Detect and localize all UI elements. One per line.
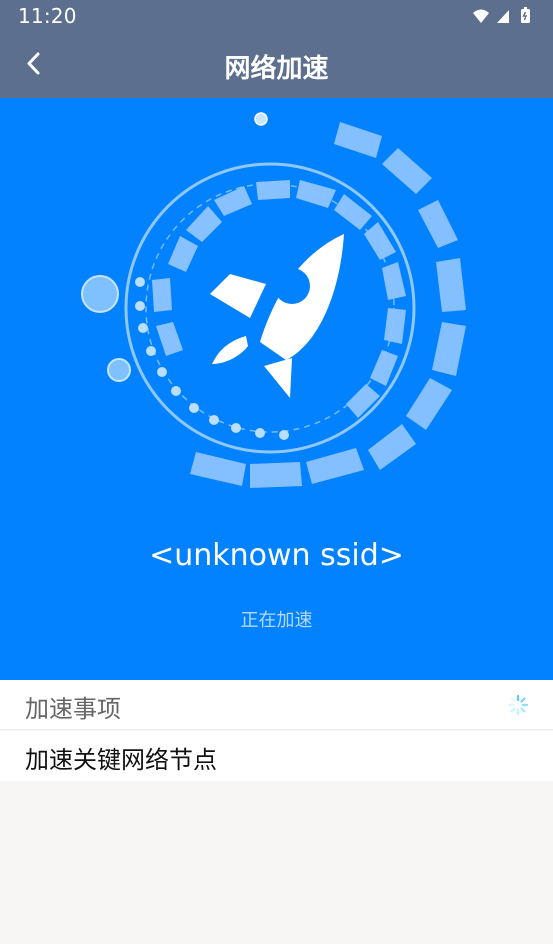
ssid-label: <unknown ssid> bbox=[149, 538, 404, 573]
section-title: 加速事项 bbox=[25, 695, 121, 723]
battery-icon bbox=[521, 7, 530, 23]
app-header: 11:20 网络加速 bbox=[0, 0, 553, 98]
status-time: 11:20 bbox=[18, 4, 77, 28]
wifi-icon bbox=[473, 9, 489, 23]
acceleration-item: 加速关键网络节点 bbox=[0, 731, 553, 781]
signal-icon bbox=[497, 10, 509, 23]
acceleration-status: 正在加速 bbox=[240, 610, 313, 631]
speed-gauge bbox=[81, 112, 466, 488]
loading-spinner-icon bbox=[507, 694, 529, 716]
hero-panel: <unknown ssid> 正在加速 bbox=[0, 98, 553, 680]
status-icons bbox=[473, 7, 530, 23]
acceleration-item-label: 加速关键网络节点 bbox=[25, 746, 217, 774]
page-title: 网络加速 bbox=[224, 54, 329, 84]
acceleration-items-header: 加速事项 bbox=[0, 680, 553, 730]
rocket-icon bbox=[210, 234, 344, 398]
